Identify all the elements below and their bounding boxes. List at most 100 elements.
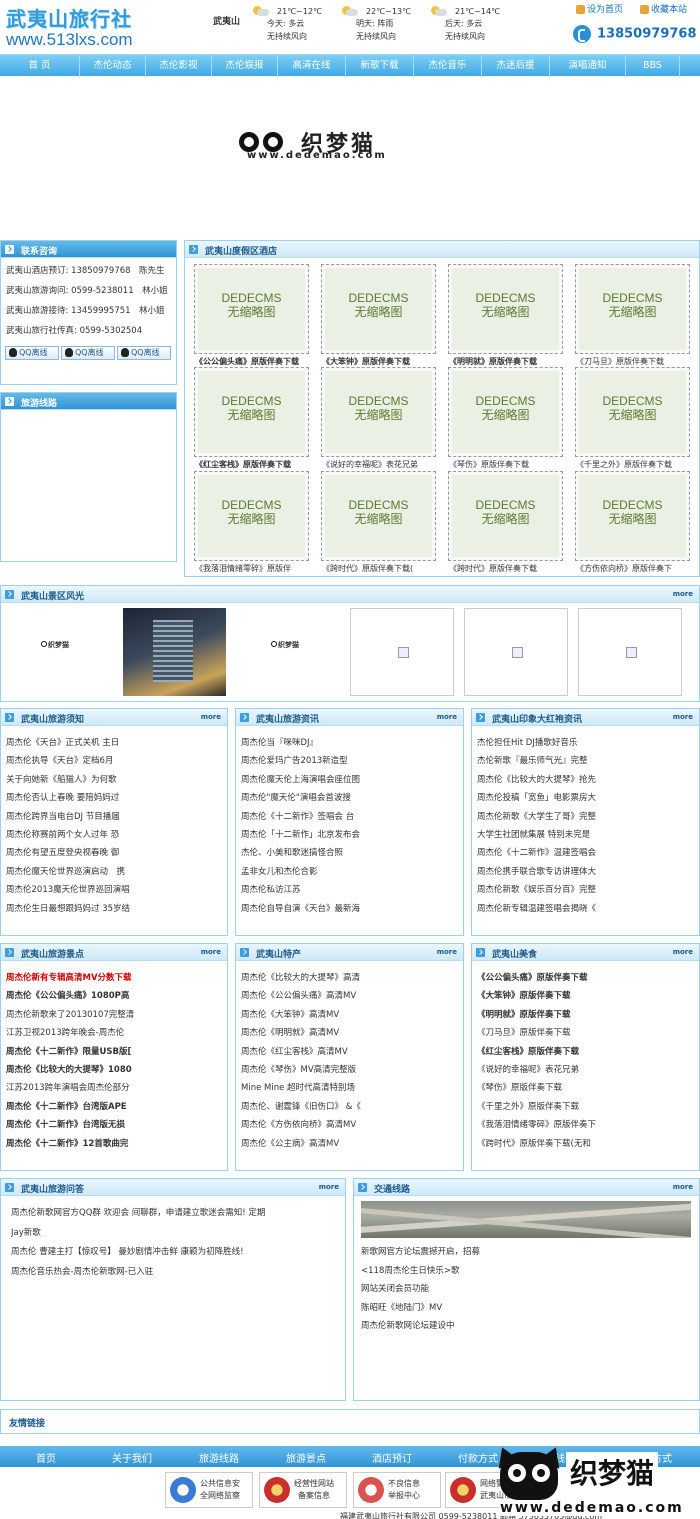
hotel-thumbnail[interactable]: DEDECMS 无缩略图 — [448, 367, 563, 457]
list-item[interactable]: 周杰伦《十二新作》限量USB版[ — [6, 1043, 224, 1061]
list-item[interactable]: 江苏卫视2013跨年晚会-周杰伦 — [6, 1024, 224, 1042]
nav-item-7[interactable]: 杰迷后援 — [482, 55, 550, 77]
list-item[interactable]: 周杰伦《比较大的大提琴》1080 — [6, 1061, 224, 1079]
list-item[interactable]: 《我落泪情绪零碎》原版伴奏下 — [477, 1116, 696, 1134]
nav-item-8[interactable]: 演唱通知 — [550, 55, 626, 77]
list-item[interactable]: 周杰伦《方伤依向桥》高清MV — [241, 1116, 460, 1134]
list-item[interactable]: 周杰伦《公公偏头痛》高清MV — [241, 987, 460, 1005]
list-item[interactable]: 周杰伦《十二新作》台湾版APE — [6, 1098, 224, 1116]
hotel-caption-link[interactable]: 《公公偏头痛》原版伴奏下载 — [195, 356, 318, 367]
nav-item-5[interactable]: 新歌下载 — [346, 55, 414, 77]
list-item[interactable]: 周杰伦新歌《娱乐百分百》完整 — [477, 881, 696, 899]
footer-nav-item[interactable]: 酒店预订 — [372, 1450, 412, 1465]
list-item[interactable]: 大学生社团就集展 特别未完是 — [477, 826, 696, 844]
hotel-caption-link[interactable]: 《方伤依向桥》原版伴奏下 — [576, 563, 699, 574]
specialty-more-link[interactable]: more — [437, 948, 457, 956]
list-item[interactable]: 杰伦、小美和歌迷搞怪合照 — [241, 844, 460, 862]
scenery-more-link[interactable]: more — [673, 590, 693, 598]
set-homepage-link[interactable]: 设为首页 — [576, 2, 623, 15]
list-item[interactable]: 周杰伦新歌网官方QQ群 欢迎会 间聊群，申请建立歌迷会需知! 定期 — [11, 1204, 341, 1224]
list-item[interactable]: 周杰伦「十二新作」北京发布会 — [241, 826, 460, 844]
hotel-thumbnail[interactable]: DEDECMS 无缩略图 — [321, 471, 436, 561]
list-item[interactable]: 周杰伦执导《天台》定档6月 — [6, 752, 224, 770]
list-item[interactable]: 周杰伦当『咪咪DJ』 — [241, 734, 460, 752]
list-item[interactable]: 周杰伦《琴伤》MV高清完整版 — [241, 1061, 460, 1079]
list-item[interactable]: 周杰伦《比较大的大提琴》抢先 — [477, 771, 696, 789]
hotel-caption-link[interactable]: 《我落泪情绪零碎》原版伴 — [195, 563, 318, 574]
list-item[interactable]: 周杰伦魔天伦上海演唱会座位图 — [241, 771, 460, 789]
list-item[interactable]: 周杰伦爱玛广告2013新造型 — [241, 752, 460, 770]
list-item[interactable]: 关于向她新《船猫人》为何歌 — [6, 771, 224, 789]
footer-nav-item[interactable]: 首页 — [36, 1450, 56, 1465]
badge-report[interactable]: 不良信息 举报中心 — [353, 1472, 441, 1508]
food-more-link[interactable]: more — [673, 948, 693, 956]
list-item[interactable]: 《跨时代》原版伴奏下载(无和 — [477, 1135, 696, 1153]
list-item[interactable]: 周杰伦《大笨钟》高清MV — [241, 1006, 460, 1024]
list-item[interactable]: 周杰伦新有专辑高清MV分数下载 — [6, 969, 224, 987]
list-item[interactable]: 《刀马旦》原版伴奏下载 — [477, 1024, 696, 1042]
hotel-caption-link[interactable]: 《琴伤》原版伴奏下载 — [449, 459, 572, 470]
traffic-more-link[interactable]: more — [673, 1183, 693, 1191]
badge-security[interactable]: 公共信息安 全网络监察 — [165, 1472, 253, 1508]
scenery-logo-1[interactable]: 织梦猫 — [41, 640, 69, 650]
list-item[interactable]: 杰伦新歌『最乐师气光』完整 — [477, 752, 696, 770]
list-item[interactable]: 周杰伦《十二新作》台湾版无损 — [6, 1116, 224, 1134]
list-item[interactable]: 杰伦担任Hit DJ播歌好音乐 — [477, 734, 696, 752]
hotel-thumbnail[interactable]: DEDECMS 无缩略图 — [575, 264, 690, 354]
spots-more-link[interactable]: more — [201, 948, 221, 956]
traffic-photo-highway[interactable] — [361, 1201, 691, 1238]
list-item[interactable]: 江苏2013跨年演唱会周杰伦部分 — [6, 1079, 224, 1097]
list-item[interactable]: 网站关闭会员功能 — [361, 1280, 691, 1299]
list-item[interactable]: 周杰伦、谢霆锋《旧伤口》 &《 — [241, 1098, 460, 1116]
news-more-link[interactable]: more — [437, 713, 457, 721]
notice-more-link[interactable]: more — [201, 713, 221, 721]
list-item[interactable]: 周杰伦《公主病》高清MV — [241, 1135, 460, 1153]
list-item[interactable]: 周杰伦 曹建主打【惊叹号】 曼妙剧情冲击鲜 康颖为初降胜线! — [11, 1243, 341, 1263]
qq-button[interactable]: QQ离线 — [5, 346, 59, 360]
list-item[interactable]: 周杰伦音乐热会-周杰伦新歌网-已入驻 — [11, 1263, 341, 1283]
nav-item-9[interactable]: BBS — [626, 55, 680, 77]
list-item[interactable]: 《说好的幸福呢》表花兄弟 — [477, 1061, 696, 1079]
list-item[interactable]: 《大笨钟》原版伴奏下载 — [477, 987, 696, 1005]
list-item[interactable]: 周杰伦新歌来了20130107完整清 — [6, 1006, 224, 1024]
hotel-caption-link[interactable]: 《刀马旦》原版伴奏下载 — [576, 356, 699, 367]
qq-button[interactable]: QQ离线 — [61, 346, 115, 360]
list-item[interactable]: 周杰伦新歌《大学生了哥》完整 — [477, 808, 696, 826]
list-item[interactable]: 周杰伦《十二新作》签唱会 台 — [241, 808, 460, 826]
hotel-thumbnail[interactable]: DEDECMS 无缩略图 — [448, 264, 563, 354]
list-item[interactable]: 周杰伦私访江苏 — [241, 881, 460, 899]
hotel-caption-link[interactable]: 《跨时代》原版伴奏下载( — [322, 563, 445, 574]
nav-item-4[interactable]: 高清在线 — [278, 55, 346, 77]
list-item[interactable]: 《红尘客栈》原版伴奏下载 — [477, 1043, 696, 1061]
footer-nav-item[interactable]: 关于我们 — [112, 1450, 152, 1465]
nav-item-3[interactable]: 杰伦娱报 — [212, 55, 278, 77]
qa-more-link[interactable]: more — [319, 1183, 339, 1191]
list-item[interactable]: 《琴伤》原版伴奏下载 — [477, 1079, 696, 1097]
scenery-image-placeholder[interactable] — [464, 608, 568, 696]
scenery-logo-2[interactable]: 织梦猫 — [271, 640, 299, 650]
list-item[interactable]: 周杰伦《天台》正式关机 主日 — [6, 734, 224, 752]
list-item[interactable]: 新歌网官方论坛震撼开启，招募 — [361, 1243, 691, 1262]
hotel-thumbnail[interactable]: DEDECMS 无缩略图 — [575, 367, 690, 457]
hotel-thumbnail[interactable]: DEDECMS 无缩略图 — [321, 264, 436, 354]
hotel-thumbnail[interactable]: DEDECMS 无缩略图 — [194, 264, 309, 354]
nav-item-2[interactable]: 杰伦影视 — [146, 55, 212, 77]
list-item[interactable]: 周杰伦生日最想跟妈妈过 35岁结 — [6, 900, 224, 918]
list-item[interactable]: 周杰伦《红尘客栈》高清MV — [241, 1043, 460, 1061]
list-item[interactable]: 周杰伦2013魔天伦世界巡回演唱 — [6, 881, 224, 899]
list-item[interactable]: 《明明就》原版伴奏下载 — [477, 1006, 696, 1024]
hotel-caption-link[interactable]: 《说好的幸福呢》表花兄弟 — [322, 459, 445, 470]
scenery-image-placeholder[interactable] — [578, 608, 682, 696]
list-item[interactable]: 周杰伦"魔天伦"演唱会首波搜 — [241, 789, 460, 807]
list-item[interactable]: 周杰伦投稿「宽鱼」电影票房大 — [477, 789, 696, 807]
list-item[interactable]: Mine Mine 超时代高清特别场 — [241, 1079, 460, 1097]
nav-item-6[interactable]: 杰伦音乐 — [414, 55, 482, 77]
hotel-caption-link[interactable]: 《红尘客栈》原版伴奏下载 — [195, 459, 318, 470]
list-item[interactable]: 周杰伦新歌网论坛建设中 — [361, 1317, 691, 1336]
badge-icp[interactable]: 经营性网站 备案信息 — [259, 1472, 347, 1508]
list-item[interactable]: 周杰伦否认上春晚 要陪妈妈过 — [6, 789, 224, 807]
list-item[interactable]: 陈昭旺《地陆门》MV — [361, 1299, 691, 1318]
hotel-thumbnail[interactable]: DEDECMS 无缩略图 — [194, 367, 309, 457]
footer-nav-item[interactable]: 旅游线路 — [199, 1450, 239, 1465]
hotel-caption-link[interactable]: 《千里之外》原版伴奏下载 — [576, 459, 699, 470]
